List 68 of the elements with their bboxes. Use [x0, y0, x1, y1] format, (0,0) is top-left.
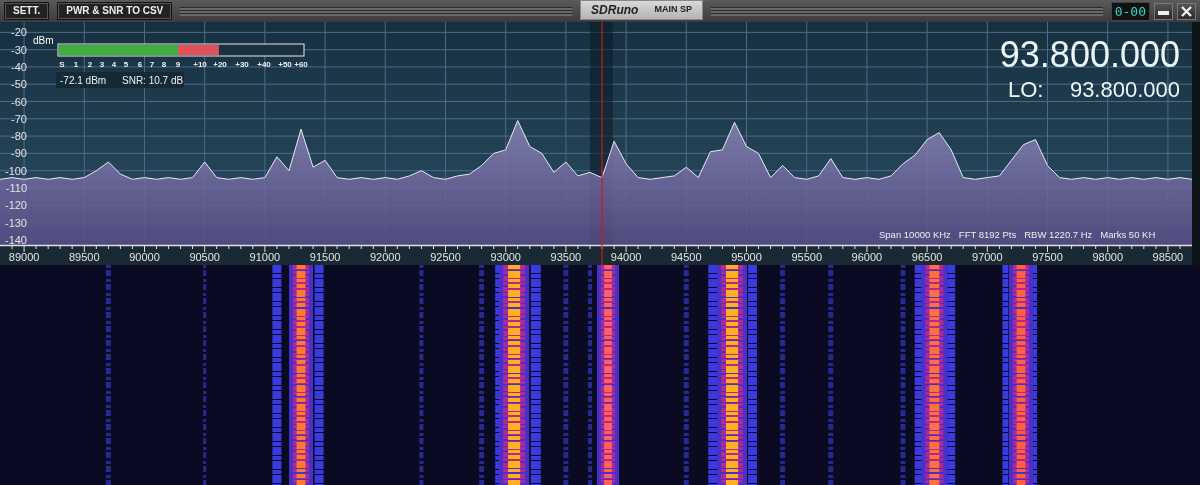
s-meter-scale-label: +50: [278, 60, 292, 69]
x-axis-label: 98000: [1092, 251, 1123, 263]
spectrum-info: Span 10000 KHz: [879, 229, 951, 240]
x-axis-label: 93000: [490, 251, 521, 263]
export-button[interactable]: PWR & SNR TO CSV: [57, 2, 173, 20]
s-meter-scale-label: 3: [99, 60, 105, 69]
x-axis-label: 89000: [8, 251, 40, 263]
y-axis-label: -70: [11, 112, 27, 125]
y-axis-label: -140: [4, 233, 27, 246]
y-axis-label: -110: [5, 181, 27, 194]
spectrum-info: Marks 50 KH: [1100, 229, 1156, 240]
y-axis-label: -30: [11, 43, 27, 56]
s-meter-scale-label: 6: [137, 60, 143, 69]
x-axis-label: 90500: [189, 251, 220, 263]
power-reading: -72.1 dBm: [60, 75, 107, 86]
snr-reading: SNR: 10.7 dB: [122, 75, 184, 86]
unit-label: dBm: [33, 35, 54, 46]
x-axis-label: 90000: [129, 251, 160, 263]
x-axis-label: 95000: [731, 251, 762, 263]
s-meter-scale-label: 7: [149, 60, 155, 69]
s-meter-scale-label: +40: [257, 60, 271, 69]
s-meter-scale-label: +20: [213, 60, 227, 69]
x-axis-label: 96000: [851, 251, 883, 263]
y-axis-label: -90: [11, 147, 27, 160]
spectrum-info: RBW 1220.7 Hz: [1024, 229, 1093, 240]
s-meter-scale-label: +10: [193, 60, 207, 69]
settings-button[interactable]: SETT.: [4, 2, 50, 20]
x-axis-label: 98500: [1152, 251, 1184, 263]
y-axis-label: -80: [11, 130, 27, 143]
x-axis-label: 91000: [249, 251, 281, 263]
x-axis-label: 92000: [370, 251, 401, 263]
x-axis-label: 91500: [309, 251, 341, 263]
y-axis-label: -20: [11, 26, 27, 39]
lo-label: LO:: [1008, 77, 1044, 102]
x-axis-label: 95500: [791, 251, 822, 263]
x-axis-label: 94500: [671, 251, 702, 263]
y-axis-label: -130: [4, 216, 27, 229]
minimize-button[interactable]: [1154, 2, 1173, 20]
y-axis-label: -40: [11, 60, 27, 73]
spectrum-info: FFT 8192 Pts: [958, 229, 1017, 240]
x-axis-label: 93500: [550, 251, 582, 263]
y-axis-label: -120: [4, 199, 27, 212]
s-meter-scale-label: 4: [111, 60, 117, 69]
s-meter-scale-label: 8: [161, 60, 167, 69]
s-meter-scale-label: 5: [123, 60, 129, 69]
s-meter-scale-label: 9: [175, 60, 181, 69]
minimize-icon: [1158, 10, 1169, 16]
x-axis-label: 94000: [610, 251, 642, 263]
x-axis-label: 97000: [972, 251, 1003, 263]
panel-label: MAIN SP: [654, 3, 692, 17]
counter-display: 0-00: [1110, 1, 1150, 21]
y-axis-label: -60: [11, 95, 27, 108]
s-meter-scale-label: S: [59, 60, 65, 69]
close-icon: [1181, 5, 1192, 17]
lo-frequency: 93.800.000: [1069, 77, 1180, 102]
x-axis-label: 97500: [1032, 251, 1063, 263]
s-meter-scale-label: +30: [235, 60, 249, 69]
frequency-display: 93.800.000: [999, 34, 1180, 75]
app-logo: SDRuno: [591, 2, 639, 19]
s-meter-scale-label: +60: [294, 60, 308, 69]
x-axis-label: 96500: [911, 251, 943, 263]
s-meter-scale-label: 1: [73, 60, 79, 69]
y-axis-label: -50: [11, 78, 27, 91]
x-axis-label: 92500: [430, 251, 461, 263]
close-button[interactable]: [1177, 2, 1196, 20]
x-axis-label: 89500: [69, 251, 100, 263]
y-axis-label: -100: [4, 164, 27, 177]
s-meter-scale-label: 2: [87, 60, 93, 69]
